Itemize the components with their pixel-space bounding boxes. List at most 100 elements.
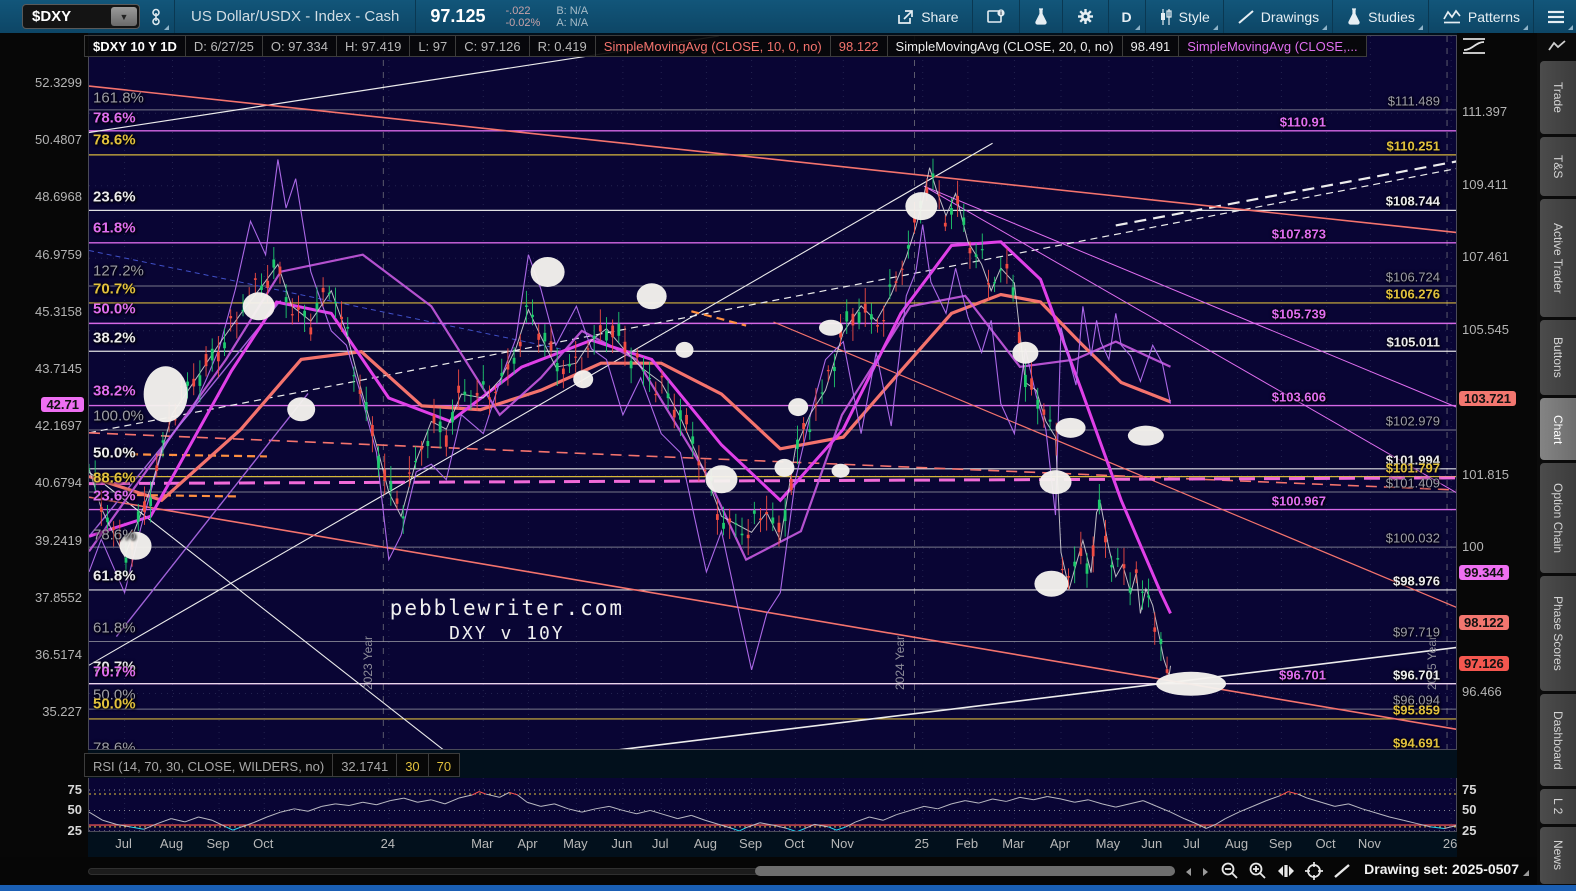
pan-button[interactable] [1302, 860, 1326, 882]
toolbar-divider [1107, 0, 1109, 33]
zoom-in-button[interactable] [1246, 860, 1270, 882]
time-axis-label: May [1095, 836, 1121, 851]
chart-scrollbar-thumb[interactable] [755, 866, 1175, 876]
corporate-actions-button[interactable]: i [975, 0, 1017, 33]
main-chart-canvas[interactable] [89, 36, 1457, 750]
price-level-label: $108.744 [1385, 193, 1440, 209]
drawing-tool-button[interactable] [1330, 860, 1354, 882]
year-line-label: 2023 Year [361, 636, 376, 691]
time-axis-label: Feb [955, 836, 979, 851]
rsi-label[interactable]: RSI (14, 70, 30, CLOSE, WILDERS, no) [84, 753, 334, 777]
time-axis-label: Sep [739, 836, 763, 851]
time-axis-label: Mar [471, 836, 494, 851]
time-axis-label: Jun [1141, 836, 1163, 851]
time-axis-label: Jul [1183, 836, 1200, 851]
auto-scale-button[interactable] [1274, 860, 1298, 882]
right-axis-tick: 107.461 [1462, 249, 1509, 265]
symbol-dropdown-button[interactable]: ▼ [111, 7, 137, 26]
last-price: 97.125 [430, 6, 486, 26]
sidebar-tab-phase-scores[interactable]: Phase Scores [1540, 575, 1576, 692]
sidebar-tab-buttons[interactable]: Buttons [1540, 319, 1576, 395]
right-axis-tick: 111.397 [1462, 104, 1508, 120]
sidebar-tab-t-s[interactable]: T&S [1540, 136, 1576, 197]
symbol-text: $DXY [32, 8, 72, 25]
price-level-label: $106.276 [1385, 286, 1440, 302]
time-axis-label: Apr [517, 836, 538, 851]
right-price-axis: 111.397 109.411 107.461 105.545 101.815 100 96… [1457, 33, 1537, 857]
left-axis-tick: 42.1697 [35, 418, 82, 434]
toolbar-divider [174, 0, 175, 33]
symbol-selector[interactable]: $DXY ▼ [22, 4, 140, 29]
sidebar-tab-chart[interactable]: Chart [1540, 397, 1576, 461]
chart-settings-button[interactable] [1065, 0, 1106, 33]
patterns-button[interactable]: Patterns [1431, 0, 1531, 33]
top-toolbar: $DXY ▼ US Dollar/USDX - Index - Cash 97.… [0, 0, 1576, 33]
fib-level-label: 23.6% [93, 487, 136, 505]
time-axis-label: Mar [1002, 836, 1025, 851]
toolbar-divider [1061, 0, 1063, 33]
time-axis-label: Aug [1225, 836, 1249, 851]
sidebar-chart-icon[interactable] [1537, 33, 1576, 59]
status-bar: Drawing set: 2025-0507 [0, 857, 1537, 885]
sma20-label[interactable]: SimpleMovingAvg (CLOSE, 20, 0, no) [886, 35, 1123, 57]
watermark: pebblewriter.com DXY v 10Y [389, 595, 625, 644]
fib-level-label: 50.0% [93, 444, 136, 462]
bid-ask: B: N/A A: N/A [556, 4, 589, 29]
rsi-header: RSI (14, 70, 30, CLOSE, WILDERS, no) 32.… [84, 753, 461, 777]
share-button[interactable]: Share [885, 0, 969, 33]
main-plot[interactable]: pebblewriter.com DXY v 10Y 2023 Year 2024… [88, 35, 1457, 750]
ohlc-date: D: 6/27/25 [184, 35, 263, 57]
right-axis-badge: 98.122 [1459, 614, 1509, 630]
price-level-label: $94.691 [1393, 735, 1440, 750]
time-axis-label: Jul [115, 836, 132, 851]
time-axis-label: Oct [1315, 836, 1336, 851]
sidebar-tab-news[interactable]: News [1540, 827, 1576, 884]
chart-title: $DXY 10 Y 1D [84, 35, 186, 57]
rsi-axis-tick: 50 [67, 802, 82, 818]
sma10-label[interactable]: SimpleMovingAvg (CLOSE, 10, 0, no) [594, 35, 831, 57]
fib-level-label: 161.8% [93, 89, 144, 107]
trendline-icon [1238, 9, 1254, 24]
chart-header: $DXY 10 Y 1D D: 6/27/25 O: 97.334 H: 97.… [84, 35, 1367, 57]
left-price-axis: 52.3299 50.4807 48.6968 46.9759 45.3158 43.71… [0, 33, 88, 857]
studies-button[interactable]: Studies [1335, 0, 1426, 33]
chart-mode-icon[interactable] [1459, 36, 1489, 56]
chart-menu-button[interactable] [1536, 0, 1576, 33]
sidebar-tab-l-2[interactable]: L 2 [1540, 789, 1576, 825]
right-axis-tick: 100 [1462, 539, 1484, 555]
sidebar-tab-trade[interactable]: Trade [1540, 60, 1576, 134]
left-axis-tick: 39.2419 [35, 532, 82, 548]
scroll-right-icon[interactable] [1199, 866, 1211, 878]
right-axis-tick: 109.411 [1462, 176, 1509, 192]
year-line-label: 2025 Year [1425, 636, 1440, 691]
right-sidebar: Trade T&S Active Trader Buttons Chart Option … [1537, 33, 1576, 885]
price-level-label: $101.409 [1385, 475, 1440, 491]
time-axis-label: May [563, 836, 588, 851]
sidebar-tab-dashboard[interactable]: Dashboard [1540, 694, 1576, 787]
fib-level-label: 88.6% [93, 469, 136, 487]
style-button[interactable]: Style [1148, 0, 1221, 33]
ohlc-high: H: 97.419 [335, 35, 411, 57]
sma3-label[interactable]: SimpleMovingAvg (CLOSE,... [1178, 35, 1367, 57]
scroll-left-icon[interactable] [1183, 866, 1195, 878]
price-level-label: $95.859 [1393, 702, 1440, 718]
drawing-set-selector[interactable]: Drawing set: 2025-0507 [1364, 861, 1529, 877]
symbol-link-icon[interactable] [140, 0, 172, 33]
time-axis-label: Jul [651, 836, 669, 851]
timeframe-button[interactable]: D [1111, 0, 1143, 33]
sidebar-tab-option-chain[interactable]: Option Chain [1540, 463, 1576, 573]
zoom-out-button[interactable] [1218, 860, 1242, 882]
fib-level-label: 78.6% [93, 739, 136, 750]
analyze-button[interactable] [1022, 0, 1060, 33]
sidebar-tab-active-trader[interactable]: Active Trader [1540, 199, 1576, 317]
rsi-canvas[interactable] [89, 778, 1457, 832]
fib-level-label: 61.8% [93, 219, 136, 237]
rsi-axis-tick: 50 [1462, 802, 1477, 818]
drawings-button[interactable]: Drawings [1226, 0, 1330, 33]
left-axis-tick: 40.6794 [35, 475, 82, 491]
rsi-axis-tick: 25 [1462, 822, 1477, 838]
price-level-label: $100.032 [1385, 530, 1440, 546]
fib-level-label: 70.7% [93, 663, 136, 681]
rsi-plot[interactable] [88, 778, 1457, 832]
rsi-axis-tick: 25 [67, 822, 82, 838]
